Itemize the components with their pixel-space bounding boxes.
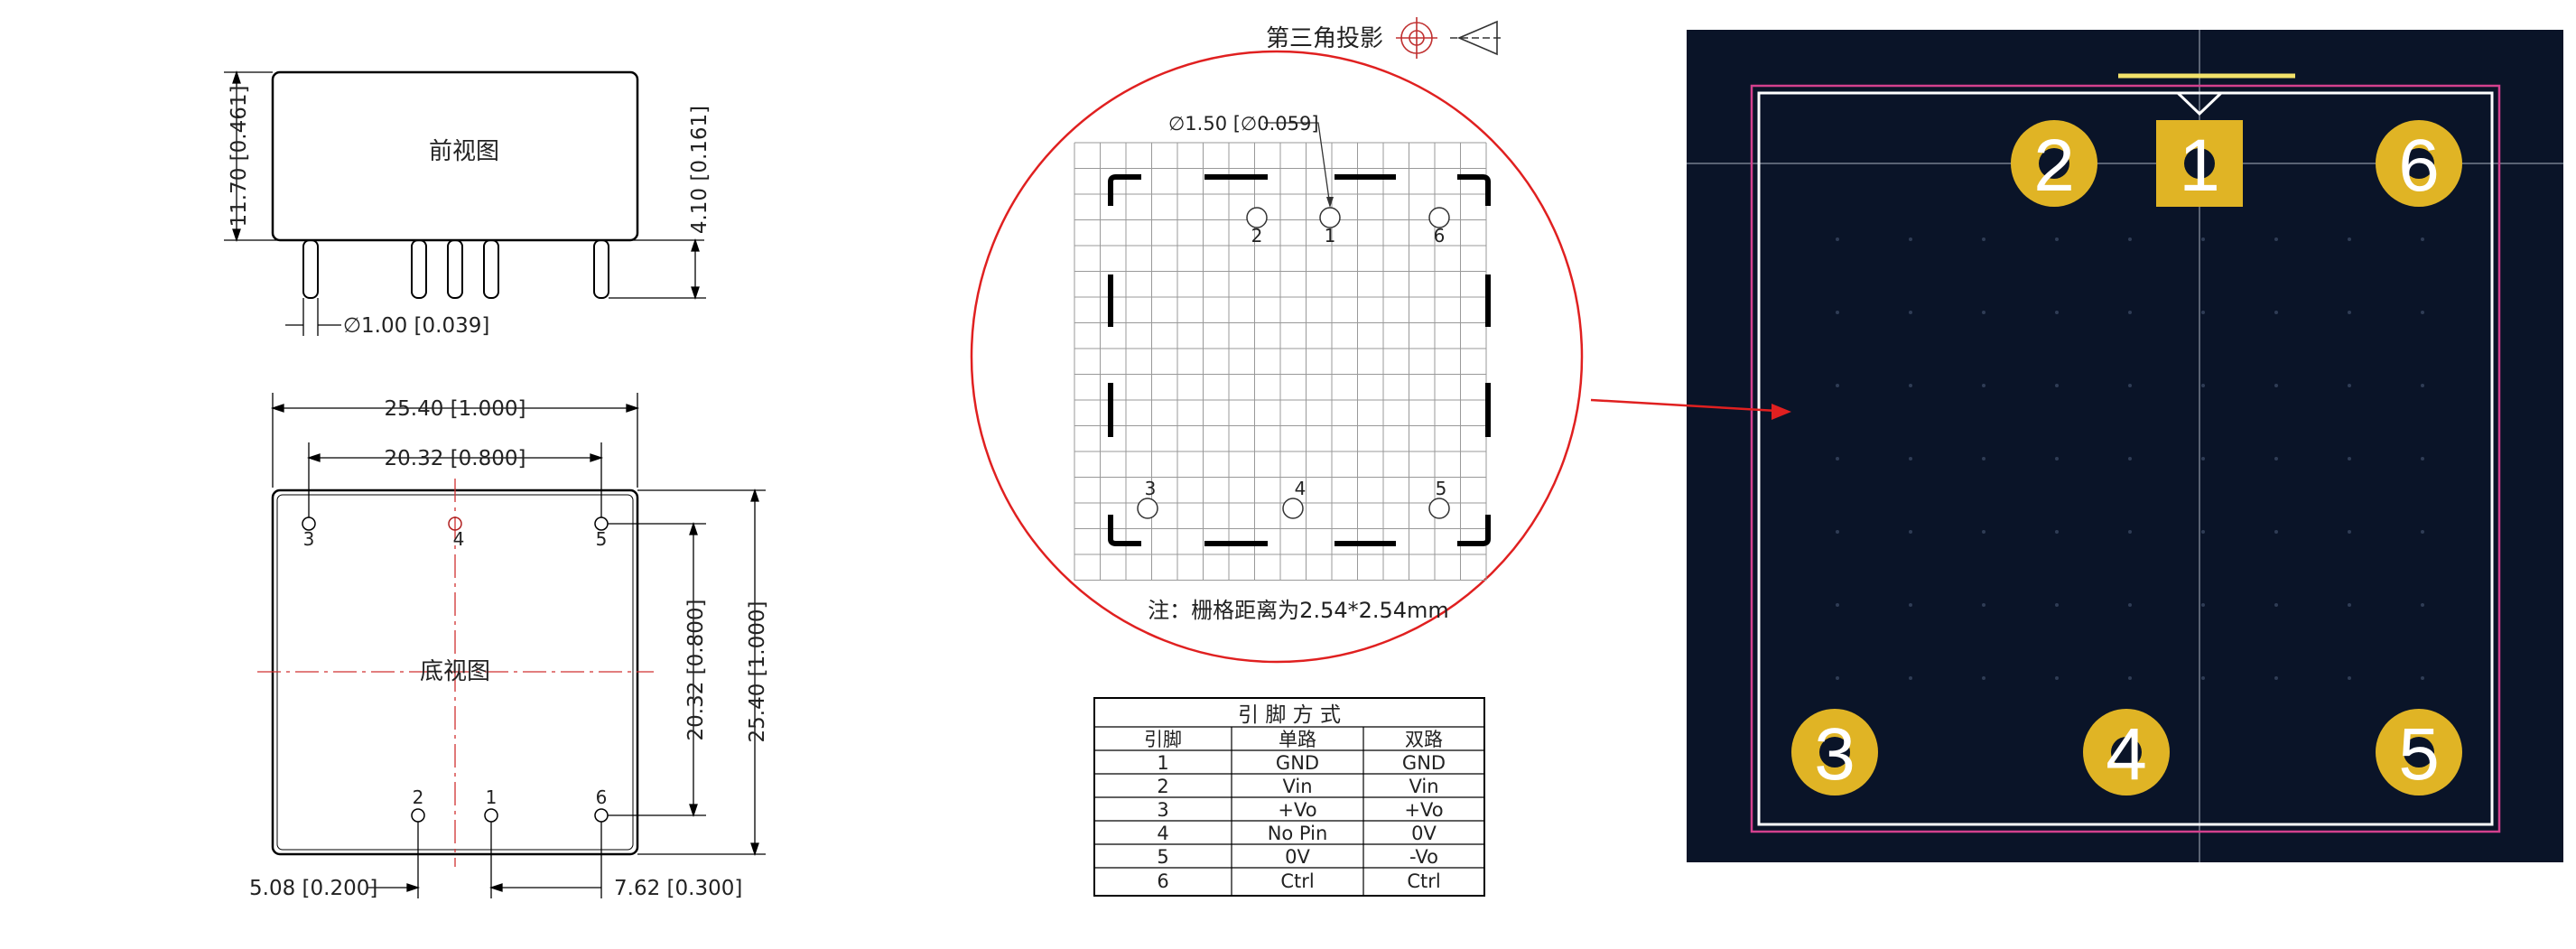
bottom-pin-label: 2 (413, 786, 424, 808)
bottom-pin-label: 4 (453, 528, 465, 550)
front-pin (302, 239, 319, 299)
table-cell: 0V (1285, 846, 1310, 868)
detail-pin-label: 4 (1295, 478, 1307, 499)
pin-table-row: 4 No Pin 0V (1157, 823, 1437, 844)
bottom-height-dim: 25.40 [1.000] (746, 601, 769, 743)
table-cell: Ctrl (1407, 870, 1440, 892)
grid-detail (970, 50, 1584, 664)
pin-table-header: 引脚 单路 双路 (1144, 729, 1443, 750)
bottom-pin-label: 5 (596, 528, 608, 550)
circle-target-icon (1396, 17, 1437, 59)
bottom-pin-label: 1 (486, 786, 498, 808)
bottom-pin-6 (594, 808, 609, 823)
table-cell: +Vo (1404, 799, 1443, 821)
table-cell: 0V (1411, 823, 1437, 844)
bottom-pin-label: 6 (596, 786, 608, 808)
header-cell: 单路 (1279, 729, 1316, 750)
pcb-footprint-view: 2 1 6 3 4 5 (1687, 30, 2563, 862)
front-pin-diameter-dim: ∅1.00 [0.039] (343, 314, 489, 338)
detail-hole-dim: ∅1.50 [∅0.059] (1168, 113, 1319, 135)
bottom-width-dim: 25.40 [1.000] (385, 397, 526, 421)
detail-pin-label: 5 (1436, 478, 1447, 499)
pin-table-row: 5 0V -Vo (1157, 846, 1438, 868)
bottom-left-offset-dim: 5.08 [0.200] (249, 877, 377, 900)
drawing-sheet: 前视图 11.70 [0.461] 4.10 [0.161] ∅1.00 [0.… (0, 0, 2576, 949)
table-cell: GND (1276, 752, 1319, 774)
bottom-pin-vspan-dim: 20.32 [0.800] (684, 600, 708, 741)
detail-pin-label: 2 (1251, 225, 1263, 247)
front-pin (411, 239, 427, 299)
detail-pin-label: 1 (1325, 225, 1336, 247)
front-view (224, 70, 706, 336)
projection-label: 第三角投影 (1266, 25, 1383, 52)
bottom-view-title: 底视图 (420, 658, 490, 685)
pad-number: 2 (2033, 125, 2075, 207)
table-cell: 6 (1157, 870, 1168, 892)
table-cell: 5 (1157, 846, 1168, 868)
grid-note: 注：栅格距离为2.54*2.54mm (1148, 598, 1449, 623)
table-cell: 4 (1157, 823, 1168, 844)
table-cell: Ctrl (1280, 870, 1314, 892)
bottom-pin-label: 3 (303, 528, 315, 550)
bottom-pin-2 (411, 808, 425, 823)
pad-number: 4 (2106, 713, 2147, 795)
table-cell: GND (1402, 752, 1446, 774)
pin-table-title: 引 脚 方 式 (1238, 703, 1341, 727)
pad-number: 3 (1814, 713, 1855, 795)
front-view-title: 前视图 (429, 138, 499, 165)
front-height-dim: 11.70 [0.461] (228, 86, 251, 228)
header-cell: 双路 (1405, 729, 1443, 750)
detail-pin-label: 3 (1145, 478, 1157, 499)
front-pin (483, 239, 499, 299)
table-cell: +Vo (1278, 799, 1316, 821)
cone-icon (1450, 20, 1502, 56)
front-pin (593, 239, 609, 299)
bottom-right-offset-dim: 7.62 [0.300] (614, 877, 742, 900)
pin-table-row: 6 Ctrl Ctrl (1157, 870, 1440, 892)
table-cell: Vin (1282, 776, 1312, 797)
pin-table-row: 1 GND GND (1157, 752, 1446, 774)
header-cell: 引脚 (1144, 729, 1182, 750)
table-cell: 3 (1157, 799, 1168, 821)
table-cell: -Vo (1409, 846, 1438, 868)
front-pin-length-dim: 4.10 [0.161] (688, 106, 711, 234)
front-pin (447, 239, 463, 299)
bottom-pin-span-dim: 20.32 [0.800] (385, 447, 526, 470)
pin-table-row: 2 Vin Vin (1157, 776, 1438, 797)
table-cell: 1 (1157, 752, 1168, 774)
pad-number: 5 (2398, 713, 2440, 795)
pin-table-row: 3 +Vo +Vo (1157, 799, 1443, 821)
drawing-canvas: 前视图 11.70 [0.461] 4.10 [0.161] ∅1.00 [0.… (224, 17, 2563, 900)
bottom-pin-1 (484, 808, 498, 823)
pad-number: 1 (2179, 125, 2220, 207)
table-cell: Vin (1409, 776, 1438, 797)
detail-pin-label: 6 (1434, 225, 1446, 247)
table-cell: No Pin (1268, 823, 1328, 844)
table-cell: 2 (1157, 776, 1168, 797)
pad-number: 6 (2398, 125, 2440, 207)
